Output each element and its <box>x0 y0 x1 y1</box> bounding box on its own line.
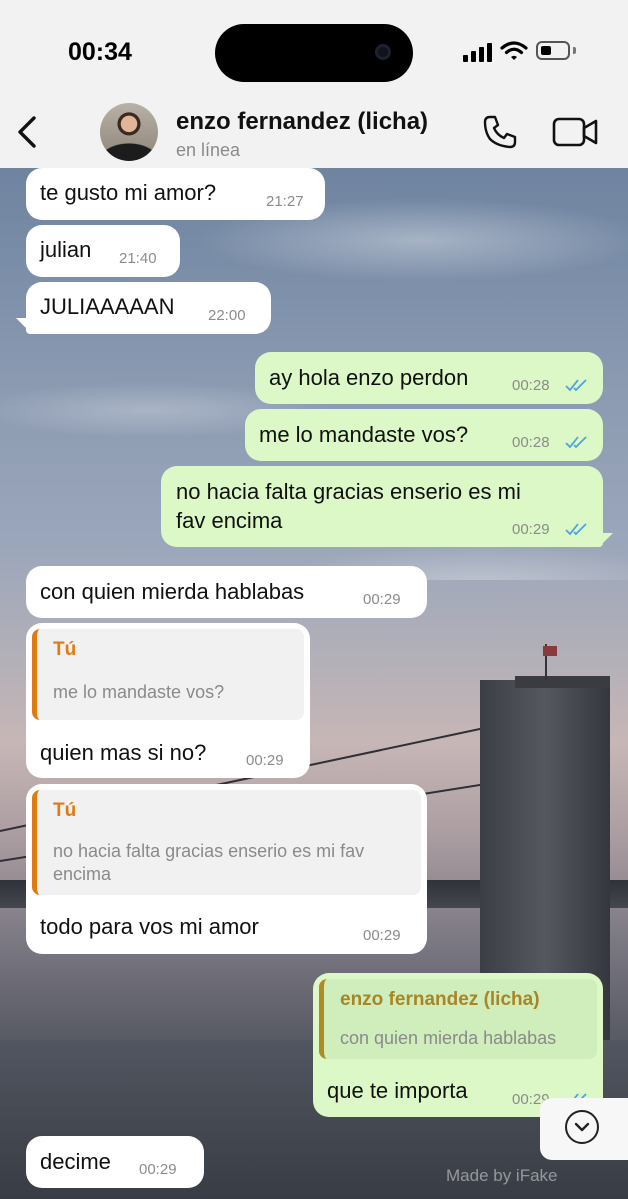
quoted-text: con quien mierda hablabas <box>340 1028 557 1048</box>
bridge-tower-top <box>515 676 610 688</box>
message-bubble-incoming[interactable]: julian 21:40 <box>26 225 180 277</box>
status-bar: 00:34 <box>0 0 628 100</box>
message-text-line: fav encima <box>176 508 283 533</box>
read-ticks-icon <box>565 379 587 392</box>
bubble-tail <box>599 533 613 547</box>
message-text: con quien mierda hablabas <box>40 579 305 604</box>
call-icon[interactable] <box>482 114 518 150</box>
watermark: Made by iFake <box>446 1166 558 1185</box>
message-text: te gusto mi amor? <box>40 180 217 205</box>
message-text: decime <box>40 1149 111 1174</box>
quoted-message[interactable]: Tú me lo mandaste vos? <box>32 629 304 720</box>
message-text: me lo mandaste vos? <box>259 422 469 447</box>
chat-header: enzo fernandez (licha) en línea <box>0 100 628 168</box>
message-bubble-incoming-reply[interactable]: Tú no hacia falta gracias enserio es mi … <box>26 784 427 954</box>
quoted-author: enzo fernandez (licha) <box>340 989 540 1010</box>
message-time: 00:29 <box>512 521 550 538</box>
quoted-author: Tú <box>53 800 77 821</box>
message-time: 00:28 <box>512 377 550 394</box>
flag <box>543 646 557 656</box>
cellular-signal-icon <box>463 42 493 62</box>
quoted-text-line: encima <box>53 864 112 884</box>
wifi-icon <box>500 41 528 60</box>
battery-tip <box>573 47 576 54</box>
message-bubble-incoming[interactable]: con quien mierda hablabas 00:29 <box>26 566 427 618</box>
quoted-text-line: no hacia falta gracias enserio es mi fav <box>53 841 365 861</box>
contact-avatar[interactable] <box>100 103 158 161</box>
message-text: ay hola enzo perdon <box>269 365 469 390</box>
message-text: JULIAAAAAN <box>40 294 175 319</box>
message-text: que te importa <box>327 1078 468 1103</box>
message-text: julian <box>40 237 92 262</box>
message-bubble-outgoing-reply[interactable]: enzo fernandez (licha) con quien mierda … <box>313 973 603 1117</box>
message-text: quien mas si no? <box>40 740 207 765</box>
message-time: 22:00 <box>208 307 246 324</box>
quoted-message[interactable]: Tú no hacia falta gracias enserio es mi … <box>32 790 421 895</box>
scroll-to-bottom-button[interactable] <box>540 1098 628 1160</box>
message-bubble-incoming[interactable]: decime 00:29 <box>26 1136 204 1188</box>
scroll-down-icon <box>565 1110 599 1144</box>
message-time: 21:40 <box>119 250 157 267</box>
battery-icon <box>536 41 570 60</box>
quoted-text: me lo mandaste vos? <box>53 682 225 702</box>
message-bubble-incoming-reply[interactable]: Tú me lo mandaste vos? quien mas si no? … <box>26 623 310 778</box>
status-time: 00:34 <box>68 38 132 66</box>
message-bubble-incoming[interactable]: JULIAAAAAN 22:00 <box>26 282 271 334</box>
message-bubble-outgoing[interactable]: me lo mandaste vos? 00:28 <box>245 409 603 461</box>
message-time: 00:29 <box>246 752 284 769</box>
message-bubble-outgoing[interactable]: no hacia falta gracias enserio es mi fav… <box>161 466 603 547</box>
read-ticks-icon <box>565 523 587 536</box>
read-ticks-icon <box>565 436 587 449</box>
quoted-message[interactable]: enzo fernandez (licha) con quien mierda … <box>319 979 597 1059</box>
contact-name[interactable]: enzo fernandez (licha) <box>176 108 428 136</box>
video-icon[interactable] <box>552 116 598 148</box>
message-text: todo para vos mi amor <box>40 914 259 939</box>
message-time: 21:27 <box>266 193 304 210</box>
message-bubble-incoming[interactable]: te gusto mi amor? 21:27 <box>26 168 325 220</box>
front-camera <box>375 44 391 60</box>
contact-status: en línea <box>176 140 241 160</box>
message-time: 00:29 <box>363 927 401 944</box>
message-time: 00:29 <box>139 1161 177 1178</box>
bubble-tail <box>16 318 30 332</box>
quoted-author: Tú <box>53 639 77 660</box>
message-time: 00:28 <box>512 434 550 451</box>
message-text-line: no hacia falta gracias enserio es mi <box>176 479 521 504</box>
message-time: 00:29 <box>363 591 401 608</box>
back-icon[interactable] <box>12 112 42 152</box>
message-bubble-outgoing[interactable]: ay hola enzo perdon 00:28 <box>255 352 603 404</box>
